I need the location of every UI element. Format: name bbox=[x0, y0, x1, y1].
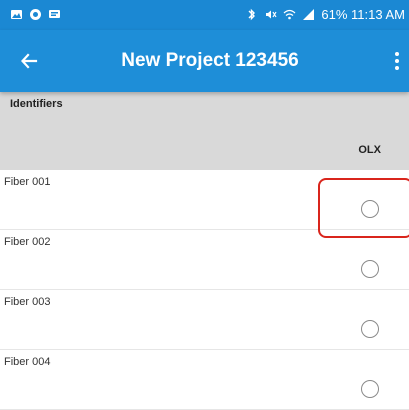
circle-notification-icon bbox=[30, 9, 41, 20]
overflow-menu-button[interactable] bbox=[389, 46, 405, 76]
olx-radio-fiber-001[interactable] bbox=[361, 200, 379, 218]
olx-radio-fiber-003[interactable] bbox=[361, 320, 379, 338]
app-bar: New Project 123456 bbox=[0, 30, 409, 92]
olx-radio-fiber-002[interactable] bbox=[361, 260, 379, 278]
status-bar: 61% 11:13 AM bbox=[0, 0, 409, 30]
status-notification-icons bbox=[10, 8, 61, 21]
table-row: Fiber 004 bbox=[0, 350, 409, 410]
row-label-fiber-004: Fiber 004 bbox=[4, 356, 51, 368]
table-row: Fiber 002 bbox=[0, 230, 409, 290]
status-battery-time: 61% 11:13 AM bbox=[321, 7, 405, 22]
status-system-area: 61% 11:13 AM bbox=[245, 7, 405, 22]
row-label-fiber-002: Fiber 002 bbox=[4, 236, 51, 248]
signal-icon bbox=[303, 9, 315, 20]
table-row: Fiber 003 bbox=[0, 290, 409, 350]
image-notification-icon bbox=[11, 10, 22, 19]
more-vertical-icon bbox=[395, 52, 399, 56]
identifiers-header: Identifiers bbox=[10, 98, 63, 110]
wifi-icon bbox=[283, 9, 296, 20]
row-label-fiber-003: Fiber 003 bbox=[4, 296, 51, 308]
more-vertical-icon-dot bbox=[395, 66, 399, 70]
table-row: Fiber 001 bbox=[0, 170, 409, 230]
message-notification-icon bbox=[49, 10, 60, 18]
row-label-fiber-001: Fiber 001 bbox=[4, 176, 51, 188]
bluetooth-icon bbox=[248, 8, 256, 21]
more-vertical-icon-dot bbox=[395, 59, 399, 63]
olx-column-header: OLX bbox=[358, 144, 381, 156]
table-header: Identifiers OLX bbox=[0, 92, 409, 170]
identifier-list: Fiber 001 Fiber 002 Fiber 003 Fiber 004 bbox=[0, 170, 409, 410]
page-title: New Project 123456 bbox=[121, 50, 299, 71]
back-button[interactable] bbox=[14, 46, 44, 76]
olx-radio-fiber-004[interactable] bbox=[361, 380, 379, 398]
mute-icon bbox=[266, 10, 277, 19]
arrow-left-icon bbox=[21, 53, 38, 69]
